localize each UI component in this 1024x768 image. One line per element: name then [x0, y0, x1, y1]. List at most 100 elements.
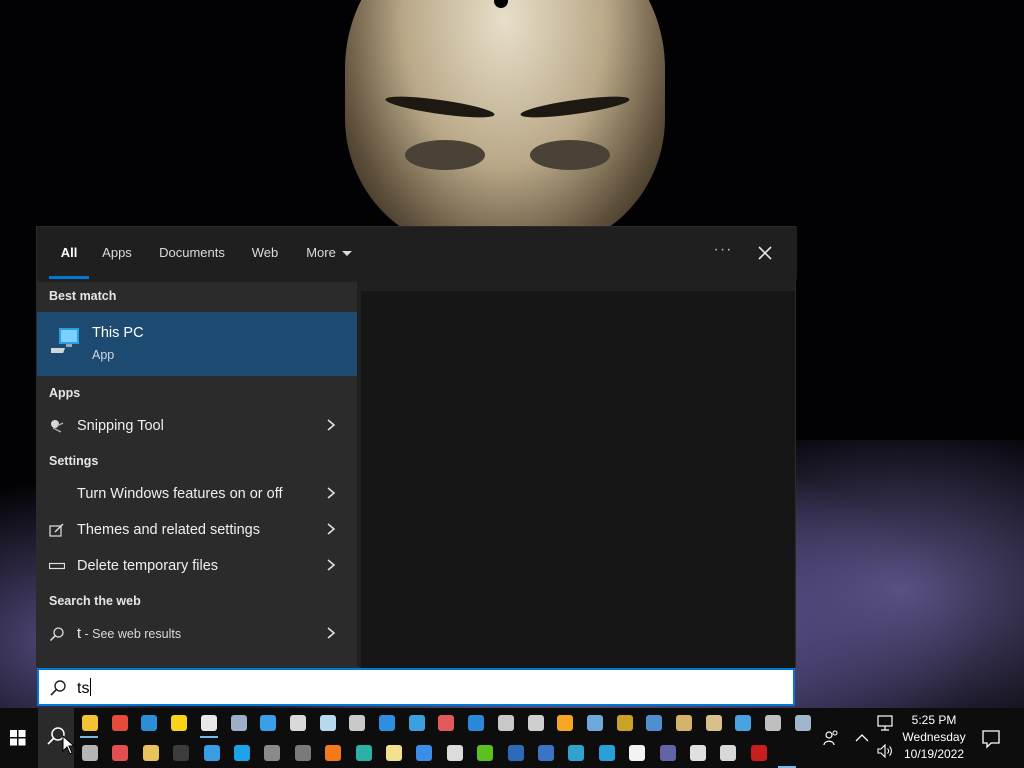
- storage-drive-icon: [49, 562, 65, 570]
- magnifier-icon[interactable]: [735, 715, 752, 731]
- steam-icon[interactable]: [616, 715, 633, 731]
- tab-more-label: More: [306, 245, 336, 260]
- result-web-search[interactable]: t - See web results: [37, 616, 357, 652]
- clock-day: Wednesday: [902, 730, 966, 744]
- search-input[interactable]: ts: [37, 668, 795, 706]
- chevron-right-icon[interactable]: [325, 520, 337, 538]
- notes-icon[interactable]: [386, 745, 402, 761]
- notepad-icon[interactable]: [319, 715, 336, 731]
- settings-icon[interactable]: [200, 715, 217, 731]
- more-options-button[interactable]: ···: [709, 239, 737, 267]
- paint-icon[interactable]: [289, 715, 306, 731]
- sticky-notes-icon[interactable]: [171, 715, 188, 731]
- best-match-type: App: [92, 348, 115, 362]
- best-match-header: Best match: [49, 289, 117, 303]
- computer-management-icon[interactable]: [794, 715, 811, 731]
- snip-icon[interactable]: [497, 715, 514, 731]
- printer-icon[interactable]: [527, 715, 544, 731]
- wallpaper-detail: [530, 140, 610, 170]
- powershell-ise-icon[interactable]: [568, 745, 585, 761]
- close-icon: [758, 246, 772, 260]
- roblox-icon[interactable]: [416, 745, 433, 761]
- task-manager-icon[interactable]: [408, 715, 425, 731]
- chevron-right-icon[interactable]: [325, 416, 337, 434]
- 3d-viewer-icon[interactable]: [438, 715, 455, 731]
- file-explorer-icon[interactable]: [82, 715, 98, 731]
- text-cursor: [90, 678, 92, 696]
- result-label: t - See web results: [77, 626, 181, 642]
- control-panel-icon[interactable]: [646, 715, 663, 731]
- edge-icon[interactable]: [355, 745, 372, 761]
- search-tabs: All Apps Documents Web More ···: [37, 227, 797, 279]
- windows-powershell-icon[interactable]: [538, 745, 554, 761]
- people-icon[interactable]: [822, 729, 840, 747]
- tab-documents[interactable]: Documents: [155, 227, 229, 279]
- result-themes-settings[interactable]: Themes and related settings: [37, 512, 357, 548]
- remote-desktop-connection-icon[interactable]: [203, 745, 220, 761]
- search-web-header: Search the web: [49, 594, 141, 608]
- running-indicator: [200, 736, 218, 738]
- tab-web[interactable]: Web: [247, 227, 283, 279]
- roblox-studio-icon[interactable]: [112, 745, 129, 761]
- notification-icon: [982, 730, 1000, 749]
- action-center-button[interactable]: [976, 724, 1006, 754]
- start-button[interactable]: [0, 708, 36, 768]
- chevron-right-icon[interactable]: [325, 556, 337, 574]
- best-match-this-pc[interactable]: This PC App: [37, 312, 357, 376]
- best-match-name: This PC: [92, 325, 144, 341]
- result-label: Delete temporary files: [77, 558, 219, 574]
- internet-explorer-icon[interactable]: [260, 715, 277, 731]
- cortana-icon[interactable]: [234, 745, 250, 761]
- chrome-icon[interactable]: [111, 715, 128, 731]
- chevron-right-icon[interactable]: [325, 484, 337, 502]
- teams-icon[interactable]: [659, 745, 676, 761]
- remote-desktop-icon[interactable]: [379, 715, 395, 731]
- settings-header: Settings: [49, 454, 99, 468]
- search-icon: [50, 680, 66, 696]
- photos-icon[interactable]: [141, 715, 158, 731]
- windows-security-icon[interactable]: [446, 745, 463, 761]
- chevron-up-icon[interactable]: [853, 729, 871, 747]
- weather-icon[interactable]: [230, 715, 247, 731]
- command-prompt-icon[interactable]: [173, 745, 190, 761]
- tab-apps[interactable]: Apps: [99, 227, 135, 279]
- firefox-icon[interactable]: [325, 745, 342, 761]
- accessibility-icon[interactable]: [765, 715, 782, 731]
- media-player-icon[interactable]: [557, 715, 574, 731]
- xbox-game-bar-icon[interactable]: [477, 745, 494, 761]
- camera-icon[interactable]: [294, 745, 311, 761]
- search-panel: All Apps Documents Web More ··· Best mat…: [36, 226, 797, 669]
- archive-icon[interactable]: [705, 715, 722, 731]
- windows-features-icon: [49, 486, 65, 502]
- taskbar: 5:25 PM Wednesday 10/19/2022: [0, 708, 1024, 768]
- close-button[interactable]: [751, 239, 779, 267]
- calculator-icon[interactable]: [264, 745, 281, 761]
- chevron-right-icon[interactable]: [325, 624, 337, 642]
- ellipsis-icon: ···: [713, 241, 733, 258]
- wallpaper-detail: [405, 140, 485, 170]
- themes-brush-icon: [49, 523, 64, 537]
- network-icon[interactable]: [876, 714, 894, 732]
- result-delete-temp-files[interactable]: Delete temporary files: [37, 548, 357, 584]
- powershell-icon[interactable]: [507, 745, 524, 761]
- folder-tools-icon[interactable]: [142, 745, 159, 761]
- paint-3d-icon[interactable]: [349, 715, 366, 731]
- flash-icon[interactable]: [750, 745, 767, 761]
- wordpad-icon[interactable]: [586, 715, 603, 731]
- result-label: Turn Windows features on or off: [77, 486, 283, 502]
- tiktok-icon[interactable]: [690, 745, 706, 761]
- windows-logo-icon: [10, 730, 26, 746]
- system-clock[interactable]: 5:25 PM Wednesday 10/19/2022: [896, 712, 972, 763]
- disk-cleanup-icon[interactable]: [82, 745, 98, 761]
- scanner-icon[interactable]: [676, 715, 692, 731]
- microsoft-store-grid-icon[interactable]: [468, 715, 485, 731]
- result-windows-features[interactable]: Turn Windows features on or off: [37, 476, 357, 512]
- volume-icon[interactable]: [876, 742, 894, 760]
- azure-cloud-shell-icon[interactable]: [598, 745, 615, 761]
- result-snipping-tool[interactable]: Snipping Tool: [37, 408, 357, 444]
- tab-more[interactable]: More: [304, 227, 354, 279]
- microsoft-store-icon[interactable]: [629, 745, 646, 761]
- roblox-player-icon[interactable]: [720, 745, 737, 761]
- tab-all[interactable]: All: [49, 227, 89, 279]
- web-results-suffix: - See web results: [81, 627, 182, 641]
